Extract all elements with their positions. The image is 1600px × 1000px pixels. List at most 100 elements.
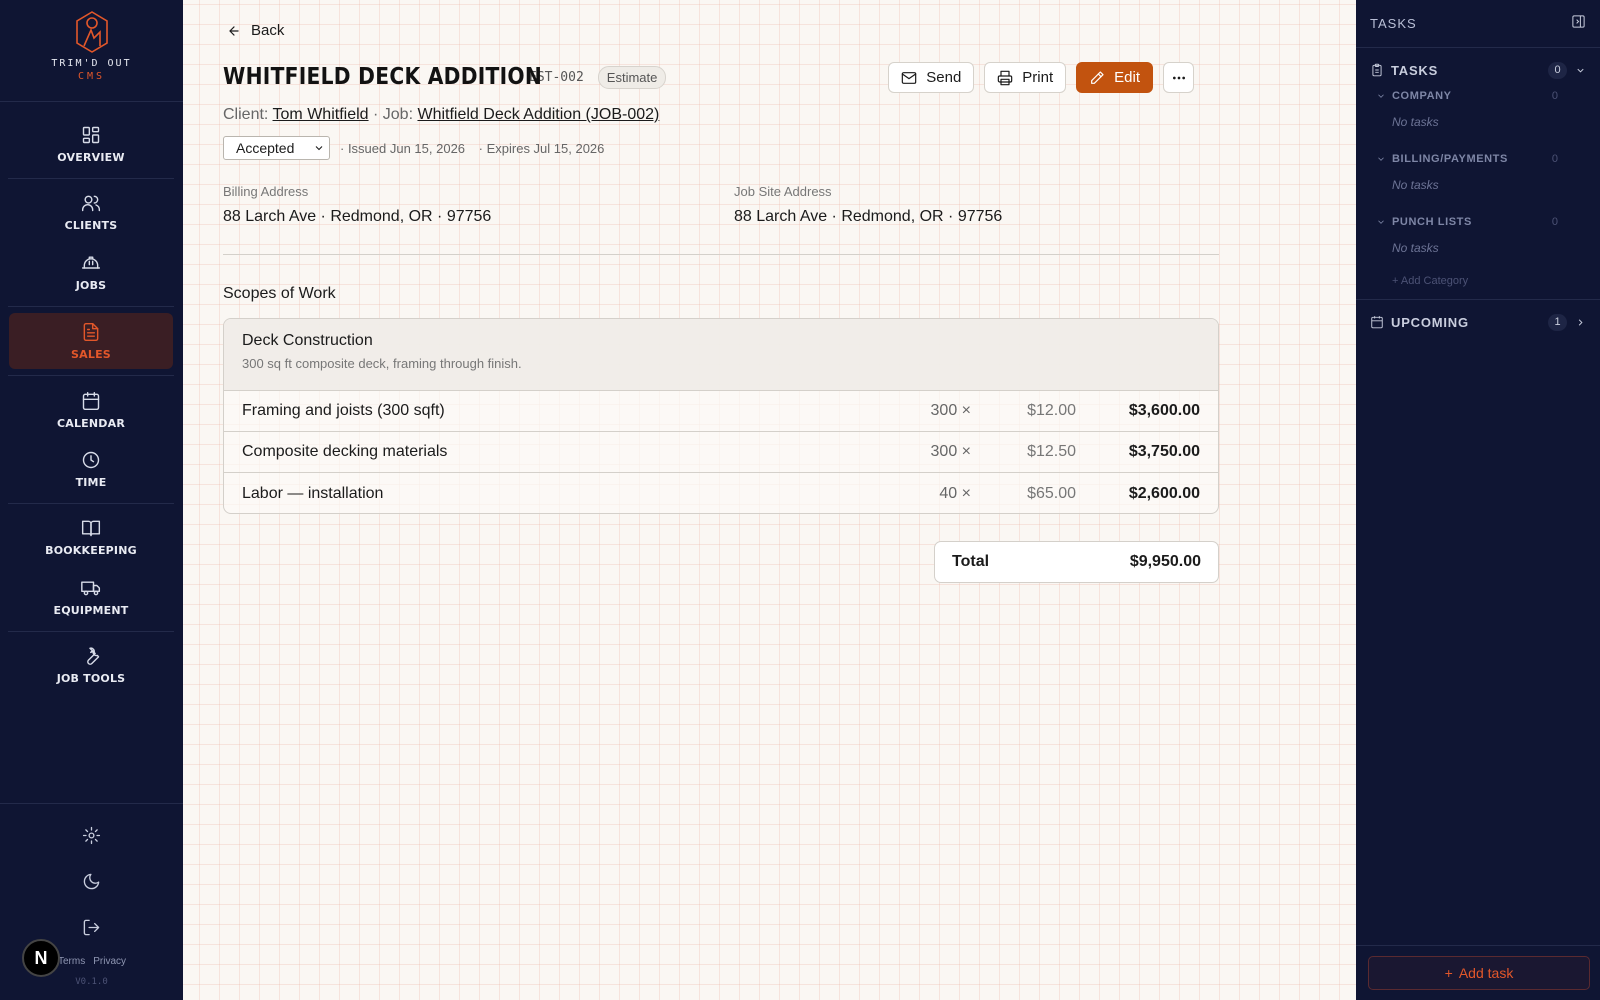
tasks-section-label: TASKS [1391,62,1439,78]
legal-links: Terms Privacy [58,956,126,967]
client-label: Client: [223,106,269,123]
line-quantity: 300 × [930,443,971,460]
scope-card: Deck Construction 300 sq ft composite de… [223,318,1219,514]
chevron-down-icon [1378,220,1384,224]
brand[interactable]: TRIM'D OUT CMS [0,0,183,102]
clipboard-icon [1372,63,1382,77]
chevron-down-icon [315,146,323,151]
scope-name: Deck Construction [242,332,373,349]
collapse-panel-button[interactable] [1571,14,1586,34]
book-icon [81,520,101,536]
more-button[interactable] [1163,62,1194,93]
dev-badge[interactable]: N [22,939,60,977]
job-link[interactable]: Whitfield Deck Addition (JOB-002) [417,106,659,123]
billing-address-value: 88 Larch Ave · Redmond, OR · 97756 [223,208,492,225]
tasks-panel-header: TASKS [1356,0,1600,48]
issued-date: · Issued Jun 15, 2026 [340,140,466,156]
chevron-down-icon [1577,68,1584,73]
edit-button[interactable]: Edit [1076,62,1153,93]
job-label: · Job: [368,106,414,123]
chevron-down-icon [1378,157,1384,161]
settings-button[interactable] [78,822,104,848]
status-select[interactable]: Accepted [223,136,330,160]
type-badge: Estimate [597,65,667,89]
nav-item-time[interactable]: TIME [9,441,173,497]
upcoming-count: 1 [1548,313,1567,331]
category-count: 0 [1551,90,1558,102]
main-content: Back WHITFIELD DECK ADDITION EST-002 Est… [183,0,1356,1000]
nav-divider [8,306,174,307]
panel-divider [1356,945,1600,946]
line-description: Composite decking materials [242,443,448,460]
nav-label: EQUIPMENT [53,603,129,617]
nav-item-sales[interactable]: SALES [9,313,173,369]
line-item: Composite decking materials 300 × $12.50… [224,432,1218,473]
status-value: Accepted [236,140,295,156]
brand-sub: CMS [77,71,106,82]
users-icon [81,195,101,211]
nav-label: JOBS [75,278,107,292]
total-box: Total $9,950.00 [934,541,1219,583]
nav-item-overview[interactable]: OVERVIEW [9,116,173,172]
add-category-button[interactable]: + Add Category [1392,275,1600,287]
nav-item-calendar[interactable]: CALENDAR [9,382,173,438]
add-task-button[interactable]: + Add task [1368,956,1590,990]
category-count: 0 [1551,216,1558,228]
title-row: WHITFIELD DECK ADDITION EST-002 Estimate [223,64,667,90]
gear-icon [82,826,100,844]
nav-item-clients[interactable]: CLIENTS [9,184,173,240]
document-icon [83,322,99,341]
status-row: Accepted · Issued Jun 15, 2026 · Expires… [223,136,614,160]
nav-label: JOB TOOLS [56,671,126,685]
theme-toggle[interactable] [78,868,104,894]
nav-item-job-tools[interactable]: JOB TOOLS [9,637,173,693]
line-rate: $65.00 [1027,484,1076,502]
mail-icon [901,71,917,84]
total-value: $9,950.00 [1129,553,1201,570]
category-toggle-billing[interactable]: BILLING/PAYMENTS 0 [1376,149,1600,169]
site-address: Job Site Address 88 Larch Ave · Redmond,… [734,184,1002,226]
edit-label: Edit [1114,69,1140,86]
tasks-panel: TASKS TASKS 0 COMPANY 0 No tasks BILLING… [1356,0,1600,1000]
empty-state: No tasks [1392,241,1439,255]
empty-state: No tasks [1392,115,1439,129]
line-item: Labor — installation 40 × $65.00 $2,600.… [224,473,1218,513]
billing-address: Billing Address 88 Larch Ave · Redmond, … [223,184,491,226]
logout-button[interactable] [78,914,104,940]
nav-item-jobs[interactable]: JOBS [9,244,173,300]
nav-divider [8,178,174,179]
dates: · Issued Jun 15, 2026 · Expires Jul 15, … [340,141,614,156]
print-button[interactable]: Print [984,62,1067,93]
truck-icon [81,580,101,595]
category-toggle-punch-lists[interactable]: PUNCH LISTS 0 [1376,212,1600,232]
logout-icon [83,919,99,935]
printer-icon [998,70,1013,85]
site-address-label: Job Site Address [734,184,832,199]
tasks-count: 0 [1548,61,1567,79]
category-count: 0 [1551,153,1558,165]
version-label: V0.1.0 [75,977,108,987]
nav-item-equipment[interactable]: EQUIPMENT [9,569,173,625]
pencil-icon [1091,70,1104,84]
sidebar: TRIM'D OUT CMS OVERVIEW CLIENTS JOBS SAL… [0,0,183,1000]
upcoming-section-toggle[interactable]: UPCOMING 1 [1356,300,1600,344]
client-link[interactable]: Tom Whitfield [273,106,369,123]
task-category: COMPANY 0 No tasks BILLING/PAYMENTS 0 No… [1356,86,1600,259]
empty-state: No tasks [1392,178,1439,192]
section-divider [223,254,1219,255]
line-rate: $12.50 [1027,443,1076,460]
chevron-down-icon [1378,94,1384,98]
terms-link[interactable]: Terms [58,956,85,967]
send-button[interactable]: Send [888,62,975,93]
privacy-link[interactable]: Privacy [93,956,126,967]
back-button[interactable]: Back [227,22,284,39]
line-item: Framing and joists (300 sqft) 300 × $12.… [224,391,1218,432]
upcoming-label: UPCOMING [1391,314,1469,330]
wrench-icon [87,646,100,665]
nav-item-bookkeeping[interactable]: BOOKKEEPING [9,509,173,565]
nav-label: SALES [71,347,111,361]
category-toggle-company[interactable]: COMPANY 0 [1376,86,1600,106]
category-name: BILLING/PAYMENTS [1392,153,1508,165]
send-label: Send [926,69,962,86]
nav-divider [8,375,174,376]
